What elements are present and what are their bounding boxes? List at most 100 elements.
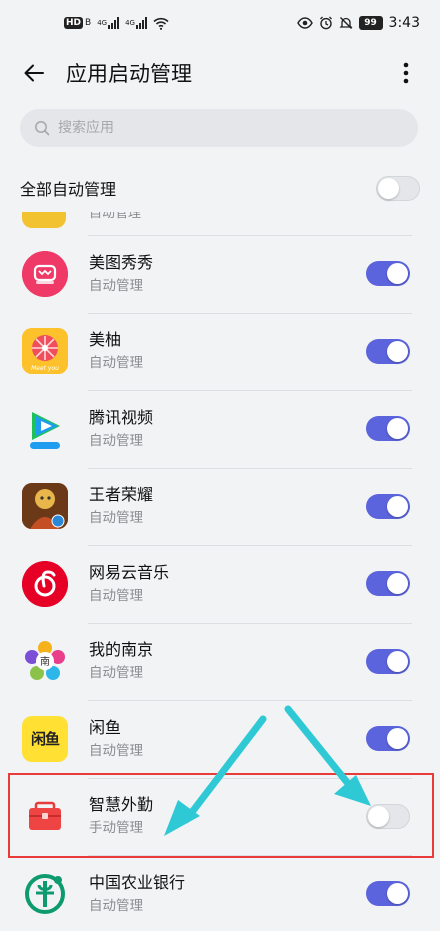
app-text: 美柚 自动管理 (89, 329, 366, 373)
all-auto-manage-toggle[interactable] (376, 175, 420, 201)
smart-field-icon (22, 793, 68, 839)
app-name: 网易云音乐 (89, 562, 170, 582)
toggle-knob (387, 340, 408, 362)
list-item[interactable]: 网易云音乐 自动管理 (0, 545, 440, 623)
signal-1-icon: 4G (97, 17, 120, 29)
alarm-icon (319, 16, 333, 30)
app-text: 网易云音乐 自动管理 (89, 562, 366, 606)
auto-manage-toggle[interactable] (366, 726, 410, 752)
app-text: 美图秀秀 自动管理 (89, 252, 366, 296)
all-auto-manage-row: 全部自动管理 (20, 166, 420, 210)
app-text: 王者荣耀 自动管理 (89, 484, 366, 528)
list-item[interactable]: 王者荣耀 自动管理 (0, 467, 440, 546)
xianyu-icon-text: 闲鱼 (30, 730, 60, 749)
divider (88, 235, 412, 236)
app-text: 智慧外勤 手动管理 (89, 794, 366, 838)
mute-bell-icon (338, 16, 353, 30)
toggle-knob (387, 650, 408, 672)
netease-music-icon (22, 560, 68, 607)
toggle-knob (378, 177, 399, 199)
toggle-knob (387, 263, 408, 285)
all-auto-manage-label: 全部自动管理 (20, 180, 117, 199)
more-options-button[interactable] (386, 53, 426, 93)
app-name: 中国农业银行 (89, 872, 186, 892)
app-list: 自动管理 美图秀秀 自动管理 Meet you 美柚 自动管理 腾讯视频 自动管… (0, 212, 440, 931)
toggle-knob (387, 495, 408, 517)
toggle-knob (387, 728, 408, 750)
app-mode-label: 自动管理 (89, 742, 143, 759)
tencent-video-icon (22, 406, 68, 452)
page-title: 应用启动管理 (66, 62, 192, 86)
wifi-icon (153, 17, 169, 30)
auto-manage-toggle[interactable] (366, 571, 410, 597)
svg-text:南: 南 (40, 655, 50, 668)
auto-manage-toggle[interactable] (366, 338, 410, 364)
battery-icon: 99 (358, 16, 383, 30)
app-mode-label: 手动管理 (89, 820, 143, 837)
xianyu-icon: 闲鱼 (22, 715, 68, 762)
auto-manage-toggle[interactable] (366, 648, 410, 674)
more-vertical-icon (403, 62, 409, 84)
app-mode-label: 自动管理 (89, 587, 143, 604)
app-name: 我的南京 (89, 640, 154, 660)
app-name: 智慧外勤 (89, 795, 154, 815)
list-item[interactable]: 腾讯视频 自动管理 (0, 390, 440, 468)
meitu-icon (22, 250, 68, 297)
app-name: 美柚 (89, 330, 122, 350)
honor-of-kings-icon (22, 483, 68, 530)
app-mode-label: 自动管理 (89, 665, 143, 682)
net1-label: 4G (97, 19, 108, 27)
list-item[interactable]: 美图秀秀 自动管理 (0, 235, 440, 313)
net2-label: 4G (125, 19, 135, 27)
back-button[interactable] (14, 53, 54, 93)
list-item[interactable]: Meet you 美柚 自动管理 (0, 312, 440, 391)
app-mode-label: 自动管理 (89, 432, 143, 449)
app-text: 中国农业银行 自动管理 (89, 872, 366, 916)
auto-manage-toggle[interactable] (366, 493, 410, 519)
app-text: 我的南京 自动管理 (89, 639, 366, 683)
app-text: 闲鱼 自动管理 (89, 717, 366, 761)
app-mode-label: 自动管理 (89, 277, 143, 294)
divider (88, 467, 412, 469)
abc-bank-icon (22, 871, 68, 917)
toggle-knob (387, 883, 408, 905)
app-mode-label: 自动管理 (89, 897, 143, 914)
app-text: 腾讯视频 自动管理 (89, 407, 366, 451)
arrow-left-icon (24, 64, 44, 82)
status-bar: HD B 4G 4G 99 3:43 (0, 0, 440, 46)
search-bar[interactable] (20, 109, 418, 147)
app-mode-label: 自动管理 (89, 510, 143, 527)
app-icon (22, 212, 66, 228)
app-mode-label: 自动管理 (89, 355, 143, 372)
app-mode-label: 自动管理 (89, 212, 142, 221)
app-name: 腾讯视频 (89, 407, 154, 427)
app-name: 王者荣耀 (89, 485, 154, 505)
hd-badge: HD (64, 17, 84, 29)
list-item[interactable]: 智慧外勤 手动管理 (0, 777, 440, 856)
status-right: 99 3:43 (296, 15, 420, 31)
app-name: 美图秀秀 (89, 252, 154, 272)
svg-text:Meet you: Meet you (31, 365, 59, 372)
list-item[interactable]: 南 我的南京 自动管理 (0, 622, 440, 701)
header: 应用启动管理 (0, 46, 440, 100)
toggle-knob (387, 573, 408, 595)
status-left: HD B 4G 4G (64, 17, 169, 30)
eye-icon (296, 17, 313, 29)
list-item[interactable]: 闲鱼 闲鱼 自动管理 (0, 700, 440, 778)
auto-manage-toggle[interactable] (366, 881, 410, 907)
search-input[interactable] (56, 119, 380, 137)
toggle-knob (368, 805, 389, 827)
search-icon (35, 121, 50, 136)
divider (88, 390, 412, 391)
divider (88, 855, 412, 856)
auto-manage-toggle[interactable] (366, 803, 410, 829)
signal-2-icon: 4G (125, 17, 147, 29)
app-name: 闲鱼 (89, 717, 122, 737)
auto-manage-toggle[interactable] (366, 416, 410, 442)
divider (88, 622, 412, 624)
divider (88, 545, 412, 546)
list-item[interactable]: 中国农业银行 自动管理 (0, 855, 440, 931)
auto-manage-toggle[interactable] (366, 261, 410, 287)
hd-sub-label: B (85, 18, 92, 28)
meiyou-icon: Meet you (22, 328, 68, 375)
